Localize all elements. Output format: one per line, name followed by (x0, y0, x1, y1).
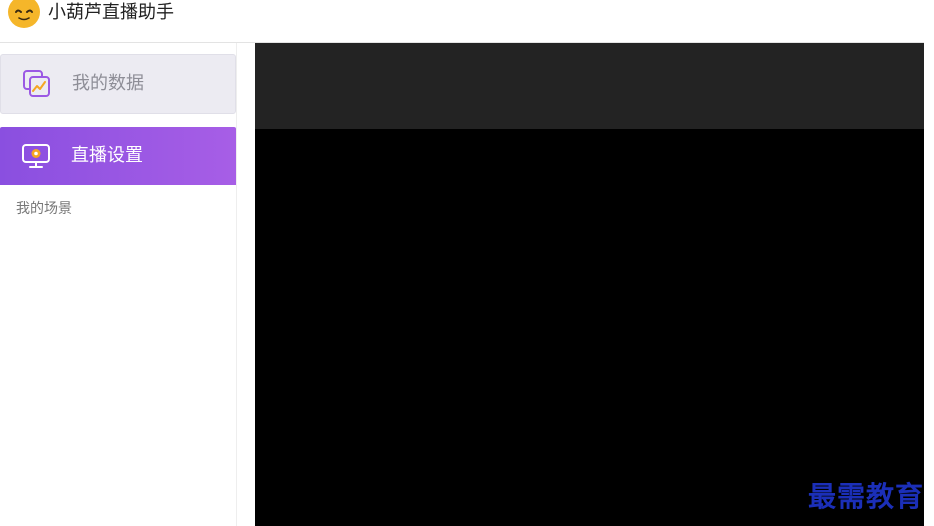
watermark-text: 最需教育 (808, 480, 925, 513)
sidebar-item-live-settings[interactable]: 直播设置 (0, 127, 236, 185)
app-title: 小葫芦直播助手 (48, 2, 174, 23)
sidebar-item-label: 直播设置 (71, 145, 143, 166)
sidebar: 我的数据 直播设置 我的场景 (0, 43, 237, 526)
sidebar-item-my-data[interactable]: 我的数据 (0, 54, 236, 114)
window-edge (924, 0, 934, 526)
monitor-icon (22, 144, 50, 168)
title-bar: 小葫芦直播助手 (0, 0, 926, 43)
preview-toolbar-area (255, 43, 924, 129)
mascot-face-icon (8, 0, 40, 28)
live-preview-area[interactable] (255, 43, 924, 526)
section-label-my-scenes: 我的场景 (16, 201, 72, 217)
data-chart-icon (23, 70, 50, 97)
app-window: 小葫芦直播助手 我的数据 直播设置 我的场景 最需教育 (0, 0, 934, 526)
sidebar-item-label: 我的数据 (72, 73, 144, 94)
